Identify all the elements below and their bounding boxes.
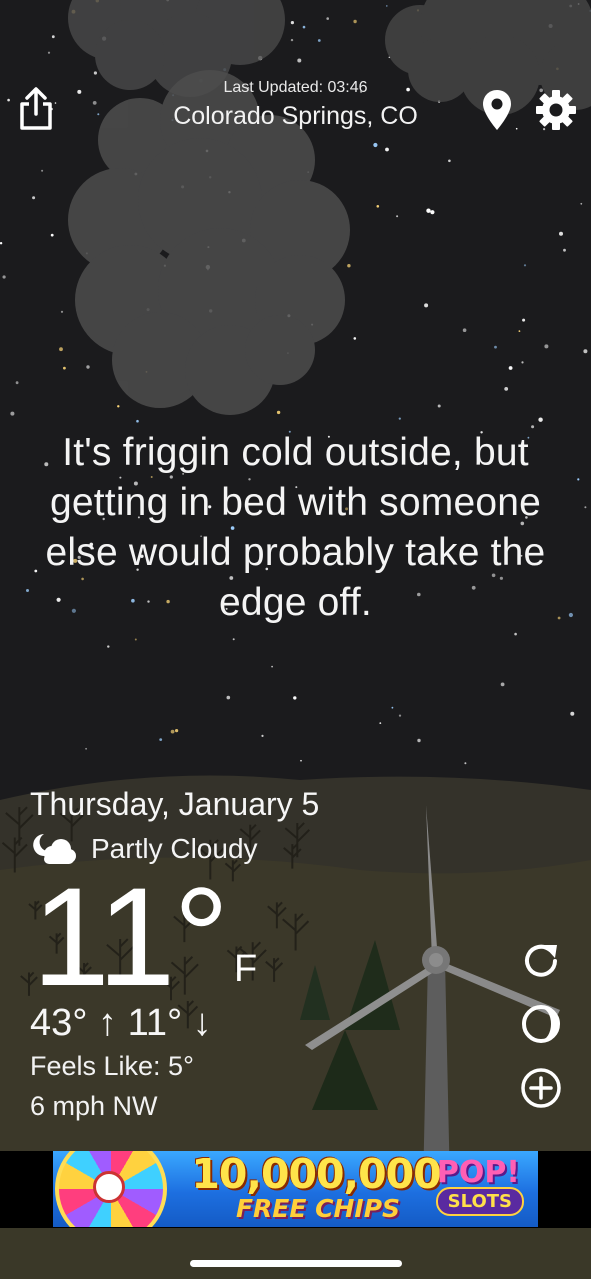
star (10, 411, 15, 416)
star (386, 5, 388, 7)
gear-icon (536, 90, 576, 130)
star (583, 349, 588, 354)
star (226, 695, 231, 700)
star (391, 706, 394, 709)
star (50, 233, 54, 237)
settings-button[interactable] (532, 86, 580, 134)
star (2, 275, 6, 279)
star (232, 638, 235, 641)
ad-headline: 10,000,000 (191, 1151, 441, 1198)
star (86, 365, 90, 369)
star (379, 722, 382, 724)
star (159, 738, 163, 741)
star (373, 142, 378, 148)
star (559, 231, 563, 236)
star (353, 19, 357, 24)
star (271, 665, 273, 668)
star (570, 711, 575, 716)
star (41, 169, 44, 172)
star (32, 196, 36, 200)
star (563, 248, 566, 252)
star (290, 38, 294, 42)
star (136, 419, 139, 423)
ad-brand: POP! (436, 1155, 520, 1190)
forecast-date: Thursday, January 5 (30, 786, 320, 822)
star (297, 58, 302, 63)
star (584, 506, 587, 509)
star (59, 347, 63, 352)
star (396, 215, 399, 218)
feels-like: Feels Like: 5° (30, 1051, 194, 1081)
star (60, 310, 64, 313)
star (417, 738, 421, 743)
star (464, 762, 467, 765)
star (523, 264, 527, 267)
current-temperature: 11° (32, 858, 229, 1015)
star (317, 39, 321, 42)
star (385, 147, 389, 152)
star (134, 638, 137, 641)
star (522, 318, 526, 322)
star (577, 478, 580, 481)
wind-speed: 6 mph NW (30, 1091, 158, 1121)
star (290, 21, 294, 25)
star (430, 210, 435, 215)
star (580, 202, 583, 205)
ground-strip (0, 1228, 591, 1279)
star (538, 417, 543, 422)
star (117, 405, 120, 408)
star (398, 417, 401, 420)
star (293, 696, 297, 700)
star (302, 25, 306, 29)
star (326, 17, 330, 20)
star (7, 98, 10, 102)
star (347, 264, 351, 268)
star (544, 344, 549, 349)
star (462, 328, 467, 333)
wheel-hub (93, 1171, 125, 1203)
moon-phase-icon[interactable] (519, 1002, 563, 1046)
star (500, 682, 505, 687)
star (107, 645, 110, 648)
star (93, 71, 97, 75)
star (85, 747, 87, 750)
high-low-temperature: 43° ↑ 11° ↓ (30, 1002, 212, 1044)
star (424, 303, 429, 308)
ad-subline: FREE CHIPS (235, 1194, 401, 1223)
star (261, 734, 264, 738)
location-pin-icon (483, 90, 511, 130)
star (170, 729, 175, 734)
weather-scene-background (0, 0, 591, 1279)
star (398, 714, 402, 717)
star (494, 345, 497, 349)
star (353, 337, 357, 340)
star (15, 381, 19, 385)
ad-brand-sub: SLOTS (435, 1187, 524, 1216)
ad-banner[interactable]: 10,000,000 FREE CHIPS POP! SLOTS (53, 1151, 538, 1227)
home-indicator[interactable] (190, 1260, 402, 1267)
star (51, 35, 55, 39)
star (521, 361, 524, 364)
star (448, 159, 451, 163)
star (300, 759, 302, 762)
star (426, 208, 431, 213)
star (0, 242, 3, 245)
refresh-icon[interactable] (519, 939, 563, 983)
star (508, 366, 513, 370)
add-icon[interactable] (519, 1066, 563, 1110)
star (376, 205, 380, 208)
star (276, 410, 281, 415)
star (504, 387, 509, 391)
star (514, 632, 517, 636)
star (175, 729, 179, 733)
temperature-unit[interactable]: F (234, 948, 257, 991)
weather-quote: It's friggin cold outside, but getting i… (45, 431, 546, 624)
star (518, 330, 521, 332)
star (437, 404, 441, 408)
star (63, 366, 66, 370)
location-button[interactable] (473, 86, 521, 134)
star (47, 51, 51, 54)
